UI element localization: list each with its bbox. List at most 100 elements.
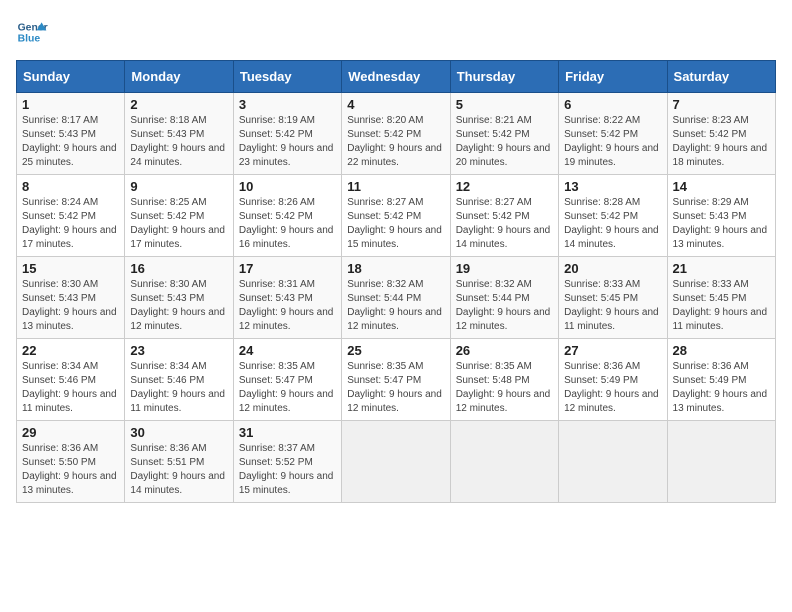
day-info: Sunrise: 8:31 AM Sunset: 5:43 PM Dayligh… xyxy=(239,278,336,334)
day-info: Sunrise: 8:32 AM Sunset: 5:44 PM Dayligh… xyxy=(347,278,444,334)
day-number: 7 xyxy=(673,97,770,112)
day-number: 24 xyxy=(239,343,336,358)
day-number: 8 xyxy=(22,179,119,194)
calendar-cell: 28 Sunrise: 8:36 AM Sunset: 5:49 PM Dayl… xyxy=(667,339,775,421)
day-info: Sunrise: 8:18 AM Sunset: 5:43 PM Dayligh… xyxy=(130,114,227,170)
day-info: Sunrise: 8:36 AM Sunset: 5:49 PM Dayligh… xyxy=(564,360,661,416)
day-info: Sunrise: 8:36 AM Sunset: 5:51 PM Dayligh… xyxy=(130,442,227,498)
calendar-cell: 10 Sunrise: 8:26 AM Sunset: 5:42 PM Dayl… xyxy=(233,175,341,257)
day-number: 17 xyxy=(239,261,336,276)
day-number: 12 xyxy=(456,179,553,194)
day-info: Sunrise: 8:20 AM Sunset: 5:42 PM Dayligh… xyxy=(347,114,444,170)
dow-header-tuesday: Tuesday xyxy=(233,61,341,93)
day-info: Sunrise: 8:37 AM Sunset: 5:52 PM Dayligh… xyxy=(239,442,336,498)
logo: General Blue xyxy=(16,16,48,48)
calendar-cell: 19 Sunrise: 8:32 AM Sunset: 5:44 PM Dayl… xyxy=(450,257,558,339)
day-number: 19 xyxy=(456,261,553,276)
day-number: 20 xyxy=(564,261,661,276)
day-number: 18 xyxy=(347,261,444,276)
day-number: 29 xyxy=(22,425,119,440)
day-number: 31 xyxy=(239,425,336,440)
calendar-cell: 17 Sunrise: 8:31 AM Sunset: 5:43 PM Dayl… xyxy=(233,257,341,339)
day-info: Sunrise: 8:17 AM Sunset: 5:43 PM Dayligh… xyxy=(22,114,119,170)
dow-header-saturday: Saturday xyxy=(667,61,775,93)
day-number: 27 xyxy=(564,343,661,358)
calendar-cell xyxy=(450,421,558,503)
dow-header-friday: Friday xyxy=(559,61,667,93)
day-number: 23 xyxy=(130,343,227,358)
day-info: Sunrise: 8:23 AM Sunset: 5:42 PM Dayligh… xyxy=(673,114,770,170)
day-number: 11 xyxy=(347,179,444,194)
day-info: Sunrise: 8:36 AM Sunset: 5:50 PM Dayligh… xyxy=(22,442,119,498)
day-info: Sunrise: 8:19 AM Sunset: 5:42 PM Dayligh… xyxy=(239,114,336,170)
day-info: Sunrise: 8:30 AM Sunset: 5:43 PM Dayligh… xyxy=(22,278,119,334)
day-number: 15 xyxy=(22,261,119,276)
calendar-cell: 26 Sunrise: 8:35 AM Sunset: 5:48 PM Dayl… xyxy=(450,339,558,421)
calendar-cell: 6 Sunrise: 8:22 AM Sunset: 5:42 PM Dayli… xyxy=(559,93,667,175)
day-number: 28 xyxy=(673,343,770,358)
calendar-cell: 23 Sunrise: 8:34 AM Sunset: 5:46 PM Dayl… xyxy=(125,339,233,421)
calendar-cell: 18 Sunrise: 8:32 AM Sunset: 5:44 PM Dayl… xyxy=(342,257,450,339)
calendar-cell: 12 Sunrise: 8:27 AM Sunset: 5:42 PM Dayl… xyxy=(450,175,558,257)
day-number: 2 xyxy=(130,97,227,112)
day-info: Sunrise: 8:25 AM Sunset: 5:42 PM Dayligh… xyxy=(130,196,227,252)
day-info: Sunrise: 8:27 AM Sunset: 5:42 PM Dayligh… xyxy=(456,196,553,252)
calendar-cell: 14 Sunrise: 8:29 AM Sunset: 5:43 PM Dayl… xyxy=(667,175,775,257)
day-info: Sunrise: 8:35 AM Sunset: 5:48 PM Dayligh… xyxy=(456,360,553,416)
day-info: Sunrise: 8:26 AM Sunset: 5:42 PM Dayligh… xyxy=(239,196,336,252)
day-number: 26 xyxy=(456,343,553,358)
day-number: 25 xyxy=(347,343,444,358)
calendar-cell xyxy=(342,421,450,503)
calendar-cell: 20 Sunrise: 8:33 AM Sunset: 5:45 PM Dayl… xyxy=(559,257,667,339)
day-number: 13 xyxy=(564,179,661,194)
day-number: 14 xyxy=(673,179,770,194)
day-number: 21 xyxy=(673,261,770,276)
day-number: 4 xyxy=(347,97,444,112)
dow-header-wednesday: Wednesday xyxy=(342,61,450,93)
calendar-cell: 7 Sunrise: 8:23 AM Sunset: 5:42 PM Dayli… xyxy=(667,93,775,175)
calendar-cell: 5 Sunrise: 8:21 AM Sunset: 5:42 PM Dayli… xyxy=(450,93,558,175)
day-number: 10 xyxy=(239,179,336,194)
logo-icon: General Blue xyxy=(16,16,48,48)
calendar-cell: 2 Sunrise: 8:18 AM Sunset: 5:43 PM Dayli… xyxy=(125,93,233,175)
dow-header-thursday: Thursday xyxy=(450,61,558,93)
day-info: Sunrise: 8:33 AM Sunset: 5:45 PM Dayligh… xyxy=(564,278,661,334)
svg-text:Blue: Blue xyxy=(18,34,41,45)
calendar-cell: 4 Sunrise: 8:20 AM Sunset: 5:42 PM Dayli… xyxy=(342,93,450,175)
header: General Blue xyxy=(16,16,776,48)
calendar-cell: 1 Sunrise: 8:17 AM Sunset: 5:43 PM Dayli… xyxy=(17,93,125,175)
calendar-cell: 24 Sunrise: 8:35 AM Sunset: 5:47 PM Dayl… xyxy=(233,339,341,421)
day-info: Sunrise: 8:36 AM Sunset: 5:49 PM Dayligh… xyxy=(673,360,770,416)
day-number: 22 xyxy=(22,343,119,358)
calendar-cell: 13 Sunrise: 8:28 AM Sunset: 5:42 PM Dayl… xyxy=(559,175,667,257)
day-info: Sunrise: 8:27 AM Sunset: 5:42 PM Dayligh… xyxy=(347,196,444,252)
calendar-cell: 8 Sunrise: 8:24 AM Sunset: 5:42 PM Dayli… xyxy=(17,175,125,257)
calendar-cell: 31 Sunrise: 8:37 AM Sunset: 5:52 PM Dayl… xyxy=(233,421,341,503)
day-number: 6 xyxy=(564,97,661,112)
calendar-cell: 16 Sunrise: 8:30 AM Sunset: 5:43 PM Dayl… xyxy=(125,257,233,339)
calendar-cell: 15 Sunrise: 8:30 AM Sunset: 5:43 PM Dayl… xyxy=(17,257,125,339)
day-info: Sunrise: 8:24 AM Sunset: 5:42 PM Dayligh… xyxy=(22,196,119,252)
day-number: 16 xyxy=(130,261,227,276)
dow-header-sunday: Sunday xyxy=(17,61,125,93)
day-info: Sunrise: 8:35 AM Sunset: 5:47 PM Dayligh… xyxy=(347,360,444,416)
calendar-cell: 9 Sunrise: 8:25 AM Sunset: 5:42 PM Dayli… xyxy=(125,175,233,257)
day-info: Sunrise: 8:28 AM Sunset: 5:42 PM Dayligh… xyxy=(564,196,661,252)
day-number: 3 xyxy=(239,97,336,112)
calendar-cell xyxy=(667,421,775,503)
day-info: Sunrise: 8:21 AM Sunset: 5:42 PM Dayligh… xyxy=(456,114,553,170)
day-number: 5 xyxy=(456,97,553,112)
day-number: 30 xyxy=(130,425,227,440)
dow-header-monday: Monday xyxy=(125,61,233,93)
day-number: 9 xyxy=(130,179,227,194)
calendar-cell: 27 Sunrise: 8:36 AM Sunset: 5:49 PM Dayl… xyxy=(559,339,667,421)
calendar: SundayMondayTuesdayWednesdayThursdayFrid… xyxy=(16,60,776,503)
calendar-cell: 11 Sunrise: 8:27 AM Sunset: 5:42 PM Dayl… xyxy=(342,175,450,257)
day-info: Sunrise: 8:22 AM Sunset: 5:42 PM Dayligh… xyxy=(564,114,661,170)
calendar-cell: 29 Sunrise: 8:36 AM Sunset: 5:50 PM Dayl… xyxy=(17,421,125,503)
day-info: Sunrise: 8:30 AM Sunset: 5:43 PM Dayligh… xyxy=(130,278,227,334)
day-info: Sunrise: 8:33 AM Sunset: 5:45 PM Dayligh… xyxy=(673,278,770,334)
day-info: Sunrise: 8:34 AM Sunset: 5:46 PM Dayligh… xyxy=(22,360,119,416)
calendar-cell: 25 Sunrise: 8:35 AM Sunset: 5:47 PM Dayl… xyxy=(342,339,450,421)
calendar-cell xyxy=(559,421,667,503)
